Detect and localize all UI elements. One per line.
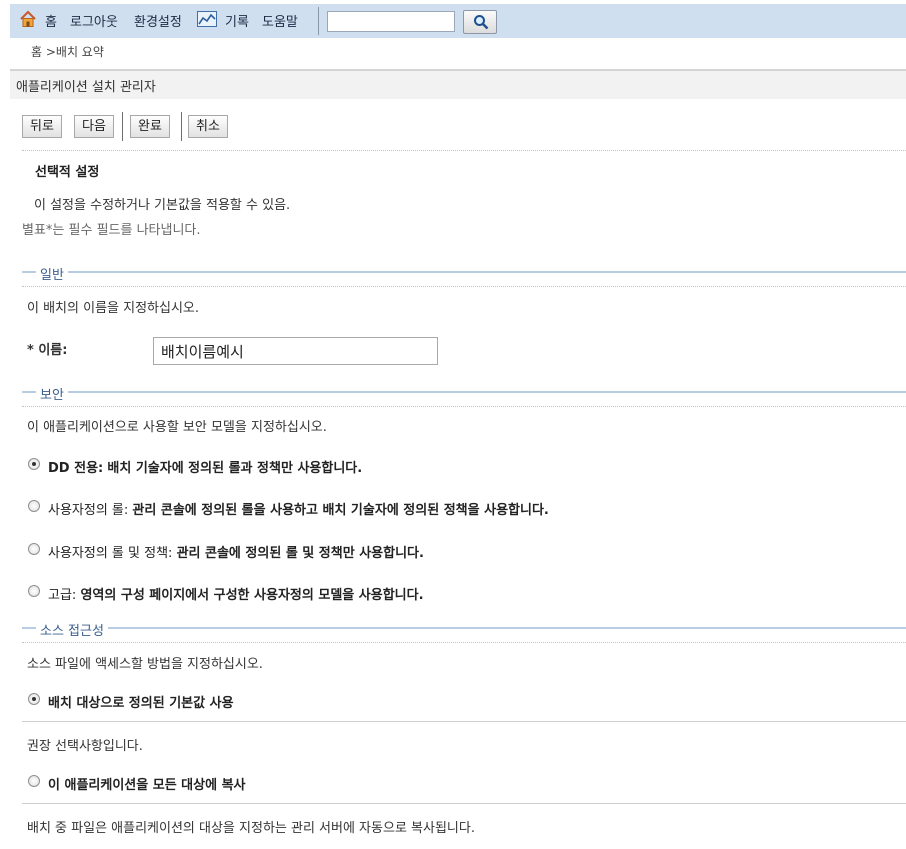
security-radio-advanced[interactable] [28,585,40,597]
help-link[interactable]: 도움말 [262,11,298,30]
source-legend: 소스 접근성 [36,620,108,639]
page-title: 애플리케이션 설치 관리자 [16,80,156,95]
source-option-default-note: 권장 선택사항입니다. [27,739,143,754]
general-legend: 일반 [36,264,68,283]
finish-button[interactable]: 완료 [130,115,170,138]
section-heading: 선택적 설정 [35,165,100,180]
option-text: 관리 콘솔에 정의된 롤을 사용하고 배치 기술자에 정의된 정책을 사용합니다… [132,503,549,518]
search-button[interactable] [463,10,497,34]
search-input[interactable] [327,11,455,32]
fieldset-border [22,271,906,273]
security-radio-custom-roles[interactable] [28,500,40,512]
divider [22,406,906,407]
required-note: 별표*는 필수 필드를 나타냅니다. [22,223,201,238]
record-link[interactable]: 기록 [225,11,249,30]
toolbar-divider [318,7,319,35]
source-description: 소스 파일에 액세스할 방법을 지정하십시오. [27,657,263,672]
button-divider [122,112,123,141]
logout-link[interactable]: 로그아웃 [70,11,118,30]
source-option-copy[interactable]: 이 애플리케이션을 모든 대상에 복사 [48,774,246,793]
divider [22,150,906,151]
home-link[interactable]: 홈 [45,11,57,30]
record-icon[interactable] [197,11,217,32]
security-option-advanced[interactable]: 고급: 영역의 구성 페이지에서 구성한 사용자정의 모델을 사용합니다. [48,584,424,603]
search-icon [473,14,489,34]
divider [22,721,906,722]
preferences-link[interactable]: 환경설정 [134,11,182,30]
divider [22,286,906,287]
cancel-button[interactable]: 취소 [188,115,228,138]
intro-description: 이 설정을 수정하거나 기본값을 적용할 수 있음. [34,198,291,213]
option-title: 고급: [48,588,77,603]
option-text: 관리 콘솔에 정의된 롤 및 정책만 사용합니다. [176,546,424,561]
source-option-copy-note: 배치 중 파일은 애플리케이션의 대상을 지정하는 관리 서버에 자동으로 복사… [27,821,475,836]
source-radio-default[interactable] [28,693,40,705]
security-option-dd-only[interactable]: DD 전용: 배치 기술자에 정의된 롤과 정책만 사용합니다. [48,457,362,476]
option-title: 사용자정의 롤: [48,503,129,518]
option-title: 사용자정의 롤 및 정책: [48,546,173,561]
name-input[interactable] [153,337,438,365]
security-option-custom-roles-policies[interactable]: 사용자정의 롤 및 정책: 관리 콘솔에 정의된 롤 및 정책만 사용합니다. [48,542,424,561]
option-text: 영역의 구성 페이지에서 구성한 사용자정의 모델을 사용합니다. [80,588,424,603]
breadcrumb[interactable]: 홈 >배치 요약 [31,43,104,60]
divider [22,803,906,804]
name-label: * 이름: [27,343,68,358]
security-radio-dd-only[interactable] [28,458,40,470]
general-description: 이 배치의 이름을 지정하십시오. [27,301,200,316]
option-text: 배치 기술자에 정의된 롤과 정책만 사용합니다. [107,461,363,476]
divider [22,642,906,643]
security-description: 이 애플리케이션으로 사용할 보안 모델을 지정하십시오. [27,420,327,435]
home-icon[interactable] [19,10,37,32]
next-button[interactable]: 다음 [74,115,114,138]
back-button[interactable]: 뒤로 [22,115,62,138]
fieldset-border [22,627,906,629]
security-radio-custom-roles-policies[interactable] [28,543,40,555]
source-radio-copy[interactable] [28,775,40,787]
fieldset-border [22,391,906,393]
source-option-default[interactable]: 배치 대상으로 정의된 기본값 사용 [48,692,234,711]
security-option-custom-roles[interactable]: 사용자정의 롤: 관리 콘솔에 정의된 롤을 사용하고 배치 기술자에 정의된 … [48,499,549,518]
security-legend: 보안 [36,384,68,403]
option-title: DD 전용: [48,461,104,476]
button-divider [181,112,182,141]
